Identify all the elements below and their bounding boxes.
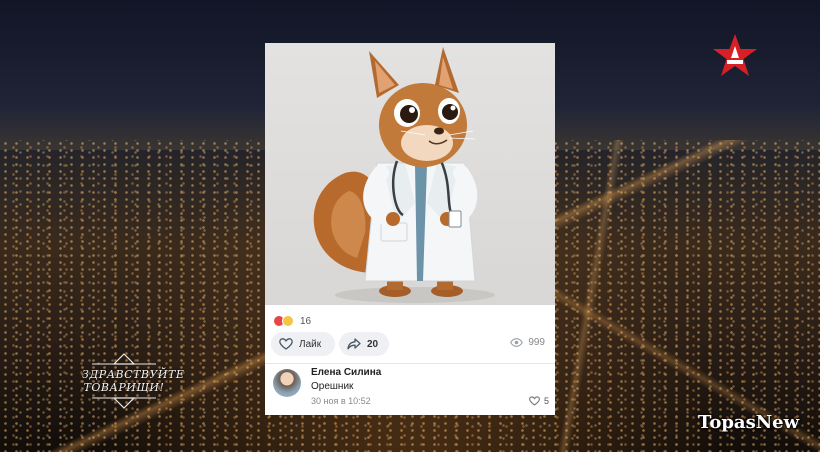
comment-text: Орешник [311, 381, 354, 392]
comment: Елена Силина Орешник 30 ноя в 10:52 5 [273, 367, 551, 411]
like-button[interactable]: Лайк [271, 332, 335, 356]
like-label: Лайк [299, 338, 322, 350]
views-count: 999 [528, 337, 545, 348]
post-actions: Лайк 20 999 [271, 332, 551, 356]
share-count: 20 [367, 338, 379, 350]
watermark: TopasNew [698, 412, 800, 433]
squirrel-illustration-icon [313, 47, 495, 303]
comment-likes-count: 5 [543, 396, 549, 406]
star-channel-logo-icon [713, 34, 757, 76]
social-post-card: 16 Лайк 20 999 Елена Силина Орешник 30 н… [265, 43, 555, 415]
comment-author[interactable]: Елена Силина [311, 367, 381, 378]
show-logo: ЗДРАВСТВУЙТЕ ТОВАРИЩИ! [82, 352, 185, 410]
laugh-reaction-icon [282, 315, 294, 327]
reactions-count: 16 [300, 315, 312, 327]
divider [265, 363, 555, 364]
commenter-avatar[interactable] [273, 369, 301, 397]
heart-icon [279, 338, 293, 350]
share-button[interactable]: 20 [339, 332, 389, 356]
show-logo-line2: ТОВАРИЩИ! [83, 381, 165, 394]
share-arrow-icon [347, 338, 361, 350]
post-image[interactable] [265, 43, 555, 305]
show-logo-line1: ЗДРАВСТВУЙТЕ [82, 368, 185, 381]
reactions-summary[interactable]: 16 [273, 313, 311, 329]
eye-icon [510, 338, 524, 347]
comment-like-button[interactable]: 5 [529, 396, 549, 406]
views-counter: 999 [510, 337, 545, 348]
heart-icon [529, 396, 540, 406]
comment-time[interactable]: 30 ноя в 10:52 [311, 396, 371, 406]
